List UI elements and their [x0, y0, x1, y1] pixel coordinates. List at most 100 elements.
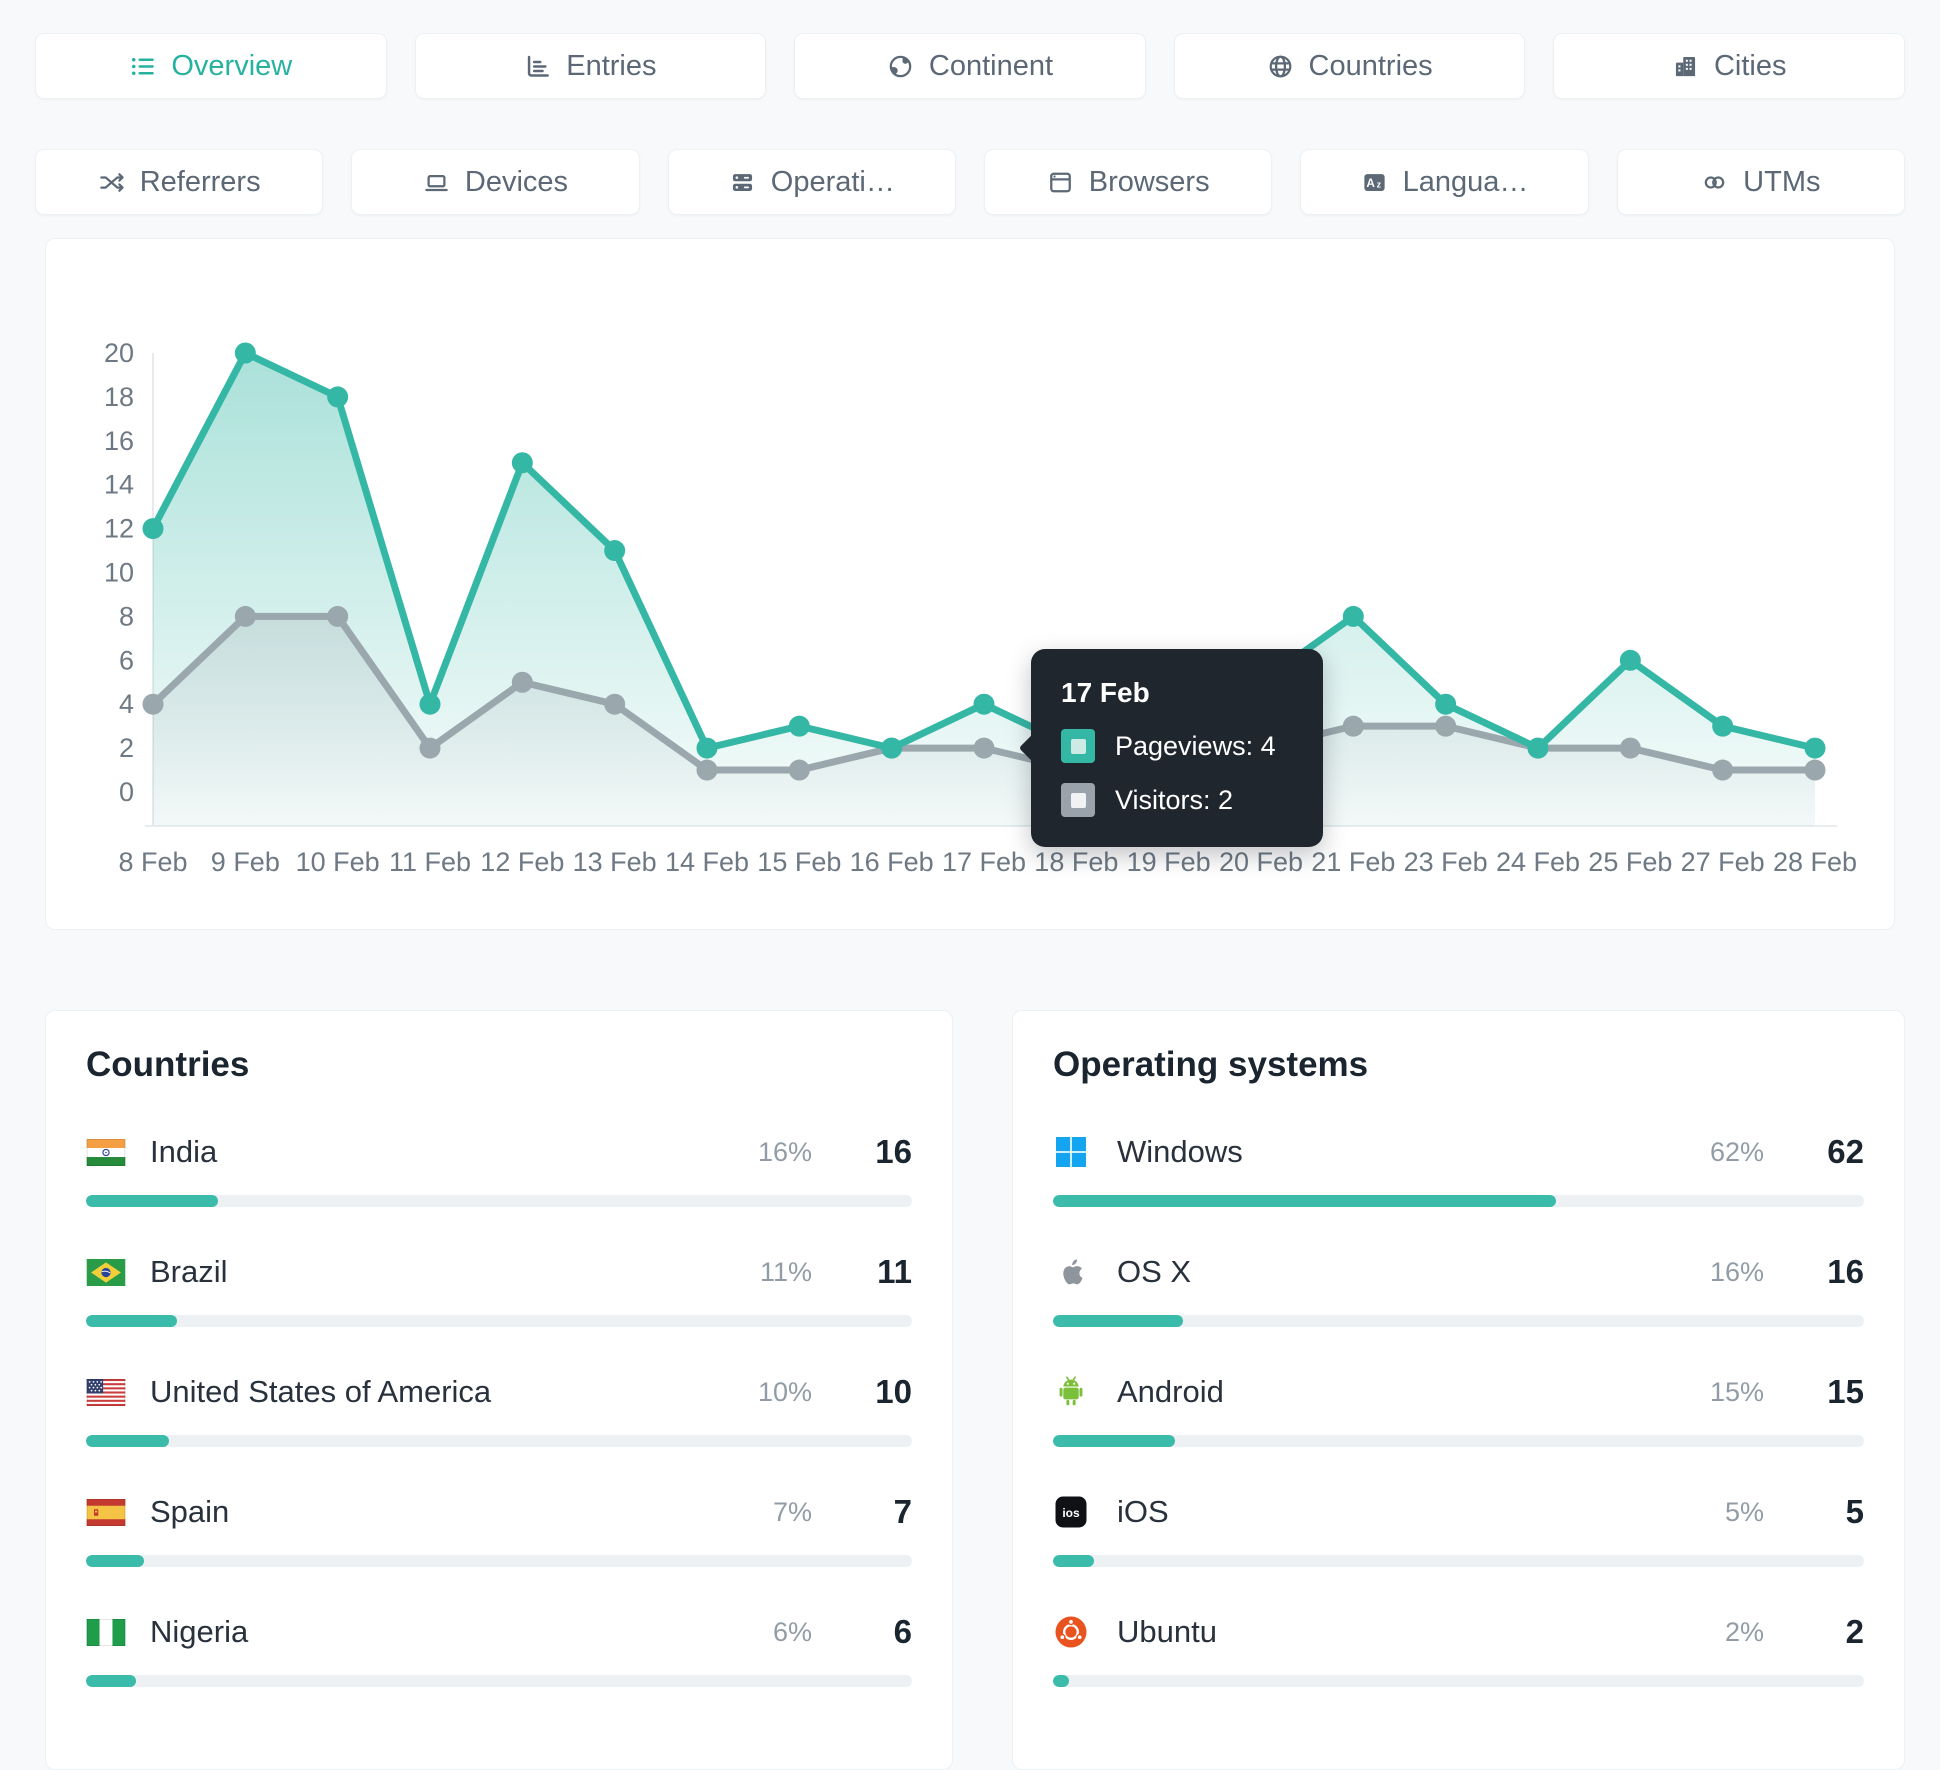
stat-row-spain[interactable]: Spain 7% 7	[86, 1489, 912, 1601]
logo-windows-icon	[1053, 1132, 1095, 1172]
tab-devices[interactable]: Devices	[351, 149, 640, 215]
pageviews-point[interactable]	[1712, 715, 1734, 737]
pageviews-point[interactable]	[1342, 605, 1364, 627]
countries-panel: Countries India 16% 16 Brazil 11% 11 United St…	[45, 1010, 953, 1770]
pageviews-point[interactable]	[327, 386, 349, 408]
visitors-point[interactable]	[511, 671, 533, 693]
visitors-point[interactable]	[788, 759, 810, 781]
visitors-point[interactable]	[327, 605, 349, 627]
tab-languages[interactable]: Langua…	[1300, 149, 1589, 215]
pageviews-point[interactable]	[1435, 693, 1457, 715]
stat-name: Ubuntu	[1117, 1614, 1217, 1649]
icon-city	[1672, 53, 1699, 80]
visitors-point[interactable]	[234, 605, 256, 627]
icon-browser	[1047, 169, 1074, 196]
stat-percent: 16%	[1709, 1256, 1764, 1287]
tooltip-row: Pageviews: 4	[1061, 729, 1293, 763]
pageviews-point[interactable]	[1619, 649, 1641, 671]
stat-row-nigeria[interactable]: Nigeria 6% 6	[86, 1609, 912, 1721]
stat-name: Nigeria	[150, 1614, 249, 1649]
pageviews-point[interactable]	[696, 737, 718, 759]
tab-cities[interactable]: Cities	[1553, 33, 1905, 99]
tooltip-metric: Pageviews: 4	[1115, 730, 1276, 761]
logo-android-icon	[1053, 1372, 1095, 1412]
visitors-point[interactable]	[142, 693, 164, 715]
icon-list	[129, 53, 156, 80]
pageviews-point[interactable]	[142, 518, 164, 540]
countries-panel-title: Countries	[86, 1045, 250, 1084]
pageviews-swatch-icon	[1061, 729, 1095, 763]
pageviews-point[interactable]	[973, 693, 995, 715]
tab-label: Continent	[928, 49, 1054, 82]
flag-spain-icon	[86, 1492, 128, 1532]
visitors-point[interactable]	[419, 737, 441, 759]
svg-text:10 Feb: 10 Feb	[296, 847, 380, 877]
visitors-point[interactable]	[1435, 715, 1457, 737]
stat-percent: 7%	[772, 1496, 812, 1527]
stat-row-os-x[interactable]: OS X 16% 16	[1053, 1249, 1864, 1361]
traffic-chart[interactable]: 0 2 4 6 8 10 12 14 16 18 20 8 Feb 9 Feb 10 Feb 11 Feb 1…	[46, 239, 1894, 929]
stat-count: 16	[1827, 1253, 1864, 1290]
tab-countries[interactable]: Countries	[1173, 33, 1526, 99]
pageviews-point[interactable]	[419, 693, 441, 715]
stat-row-android[interactable]: Android 15% 15	[1053, 1369, 1864, 1481]
tab-continent[interactable]: Continent	[794, 33, 1146, 99]
stat-percent: 62%	[1709, 1136, 1764, 1167]
secondary-tab-bar: Referrers Devices Operati… Browsers Langua… U…	[35, 149, 1905, 215]
svg-text:15 Feb: 15 Feb	[757, 847, 841, 877]
visitors-point[interactable]	[1804, 759, 1826, 781]
svg-text:18: 18	[104, 382, 134, 412]
pageviews-point[interactable]	[881, 737, 903, 759]
stat-progress-track	[1053, 1195, 1864, 1207]
tab-utms[interactable]: UTMs	[1616, 149, 1905, 215]
stat-progress-track	[1053, 1435, 1864, 1447]
stat-row-ios[interactable]: iOS 5% 5	[1053, 1489, 1864, 1601]
stat-count: 62	[1827, 1133, 1864, 1170]
svg-text:0: 0	[119, 777, 134, 807]
tab-label: Devices	[464, 165, 569, 198]
stat-count: 15	[1827, 1373, 1864, 1410]
tab-referrers[interactable]: Referrers	[35, 149, 324, 215]
stat-progress-track	[1053, 1555, 1864, 1567]
stat-percent: 6%	[772, 1616, 812, 1647]
pageviews-point[interactable]	[788, 715, 810, 737]
icon-entries	[524, 53, 551, 80]
stat-name: iOS	[1117, 1494, 1169, 1529]
pageviews-point[interactable]	[1804, 737, 1826, 759]
stat-percent: 5%	[1724, 1496, 1764, 1527]
flag-usa-icon	[86, 1372, 128, 1412]
pageviews-point[interactable]	[1527, 737, 1549, 759]
tab-operating-systems[interactable]: Operati…	[667, 149, 956, 215]
pageviews-point[interactable]	[604, 540, 626, 562]
svg-text:11 Feb: 11 Feb	[389, 847, 471, 877]
svg-text:21 Feb: 21 Feb	[1311, 847, 1395, 877]
visitors-point[interactable]	[696, 759, 718, 781]
stat-progress-track	[1053, 1315, 1864, 1327]
pageviews-point[interactable]	[511, 452, 533, 474]
traffic-chart-panel: 0 2 4 6 8 10 12 14 16 18 20 8 Feb 9 Feb 10 Feb 11 Feb 1…	[45, 238, 1895, 930]
svg-text:9 Feb: 9 Feb	[211, 847, 280, 877]
stat-row-windows[interactable]: Windows 62% 62	[1053, 1129, 1864, 1241]
stat-count: 11	[877, 1253, 912, 1290]
stat-row-brazil[interactable]: Brazil 11% 11	[86, 1249, 912, 1361]
stat-row-ubuntu[interactable]: Ubuntu 2% 2	[1053, 1609, 1864, 1721]
stat-percent: 2%	[1724, 1616, 1764, 1647]
icon-continent	[887, 53, 914, 80]
stat-row-india[interactable]: India 16% 16	[86, 1129, 912, 1241]
visitors-point[interactable]	[1712, 759, 1734, 781]
pageviews-point[interactable]	[234, 342, 256, 364]
icon-laptop	[423, 169, 450, 196]
visitors-point[interactable]	[604, 693, 626, 715]
stat-row-united-states-of-america[interactable]: United States of America 10% 10	[86, 1369, 912, 1481]
icon-globe	[1267, 53, 1294, 80]
tooltip-row: Visitors: 2	[1061, 783, 1293, 817]
stat-progress-fill	[1053, 1435, 1175, 1447]
visitors-point[interactable]	[973, 737, 995, 759]
visitors-point[interactable]	[1619, 737, 1641, 759]
tab-overview[interactable]: Overview	[35, 33, 387, 99]
tab-entries[interactable]: Entries	[414, 33, 767, 99]
visitors-point[interactable]	[1342, 715, 1364, 737]
tab-browsers[interactable]: Browsers	[984, 149, 1273, 215]
icon-link	[1701, 169, 1728, 196]
svg-text:12: 12	[104, 514, 134, 544]
